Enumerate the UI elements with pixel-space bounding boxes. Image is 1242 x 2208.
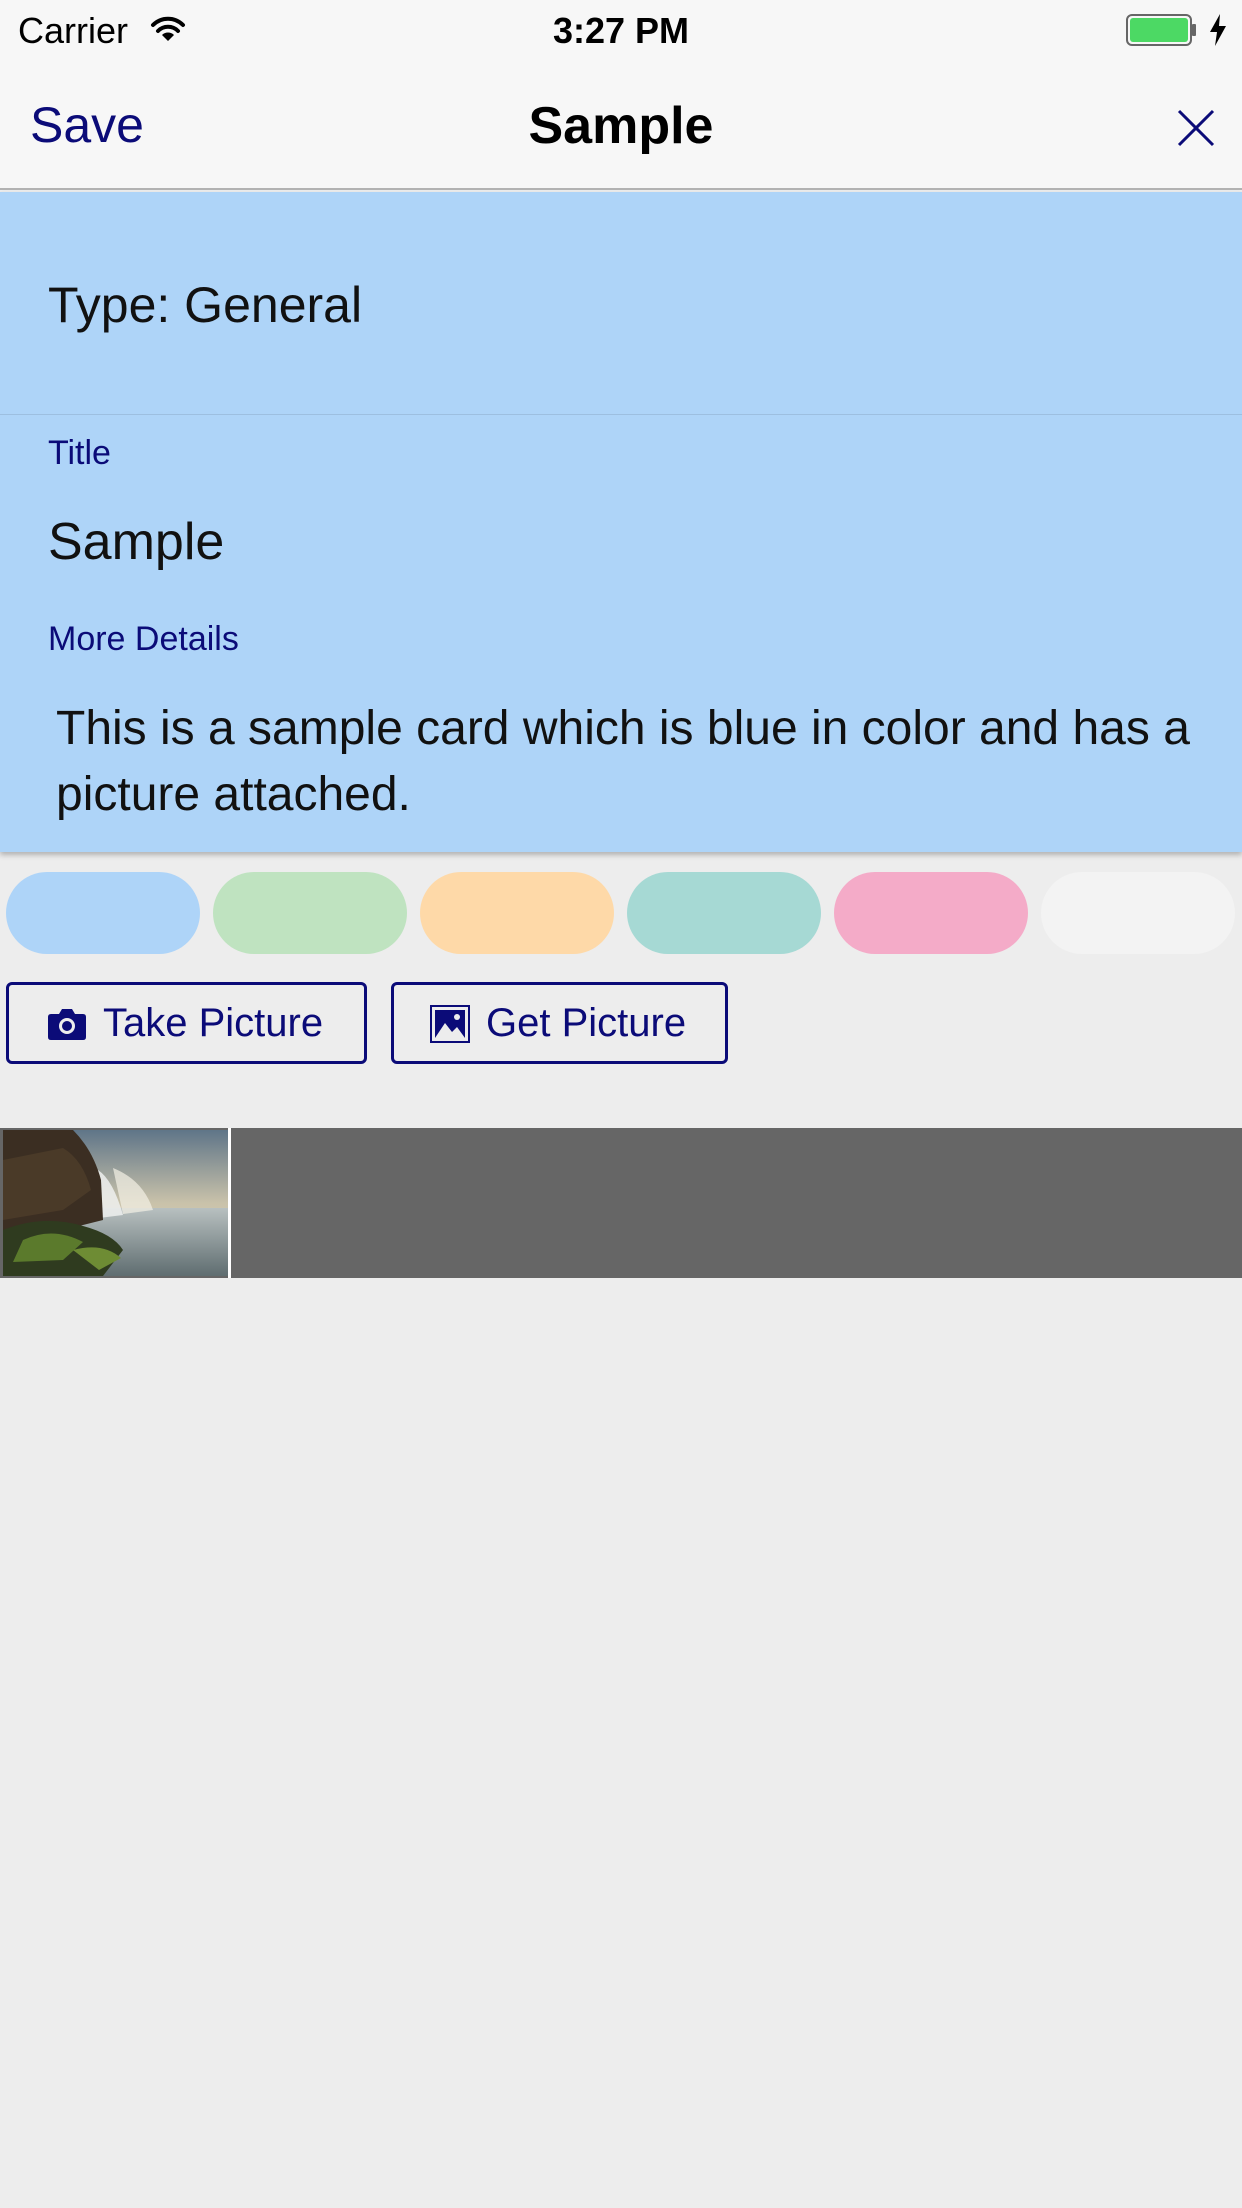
page-title: Sample — [528, 97, 714, 155]
color-swatch-orange[interactable] — [420, 872, 614, 954]
color-swatch-pink[interactable] — [834, 872, 1028, 954]
close-icon[interactable] — [1176, 108, 1216, 148]
color-swatch-teal[interactable] — [627, 872, 821, 954]
thumbnail-separator — [228, 1128, 231, 1278]
details-field[interactable]: This is a sample card which is blue in c… — [56, 696, 1206, 828]
details-field-label: More Details — [48, 620, 239, 658]
title-field[interactable]: Sample — [48, 512, 224, 572]
navigation-bar: Save Sample — [0, 62, 1242, 190]
attached-pictures-gallery — [0, 1128, 1242, 1278]
divider — [0, 414, 1242, 415]
take-picture-label: Take Picture — [103, 1001, 324, 1045]
color-swatch-green[interactable] — [213, 872, 407, 954]
color-swatch-blue[interactable] — [6, 872, 200, 954]
image-icon — [430, 1005, 470, 1043]
title-field-label: Title — [48, 434, 111, 472]
status-time: 3:27 PM — [552, 10, 690, 51]
status-bar: Carrier 3:27 PM — [0, 0, 1242, 62]
camera-icon — [48, 1009, 86, 1040]
get-picture-button[interactable]: Get Picture — [391, 982, 728, 1064]
charging-bolt-icon — [1210, 14, 1226, 46]
battery-icon — [1126, 14, 1196, 46]
get-picture-label: Get Picture — [486, 1001, 687, 1045]
card-editor: Type: General Title Sample More Details … — [0, 192, 1242, 852]
color-swatch-white[interactable] — [1041, 872, 1235, 954]
waterfall-photo — [3, 1130, 228, 1276]
take-picture-button[interactable]: Take Picture — [6, 982, 367, 1064]
picture-thumbnail[interactable] — [3, 1130, 228, 1276]
card-type-label[interactable]: Type: General — [48, 276, 362, 334]
